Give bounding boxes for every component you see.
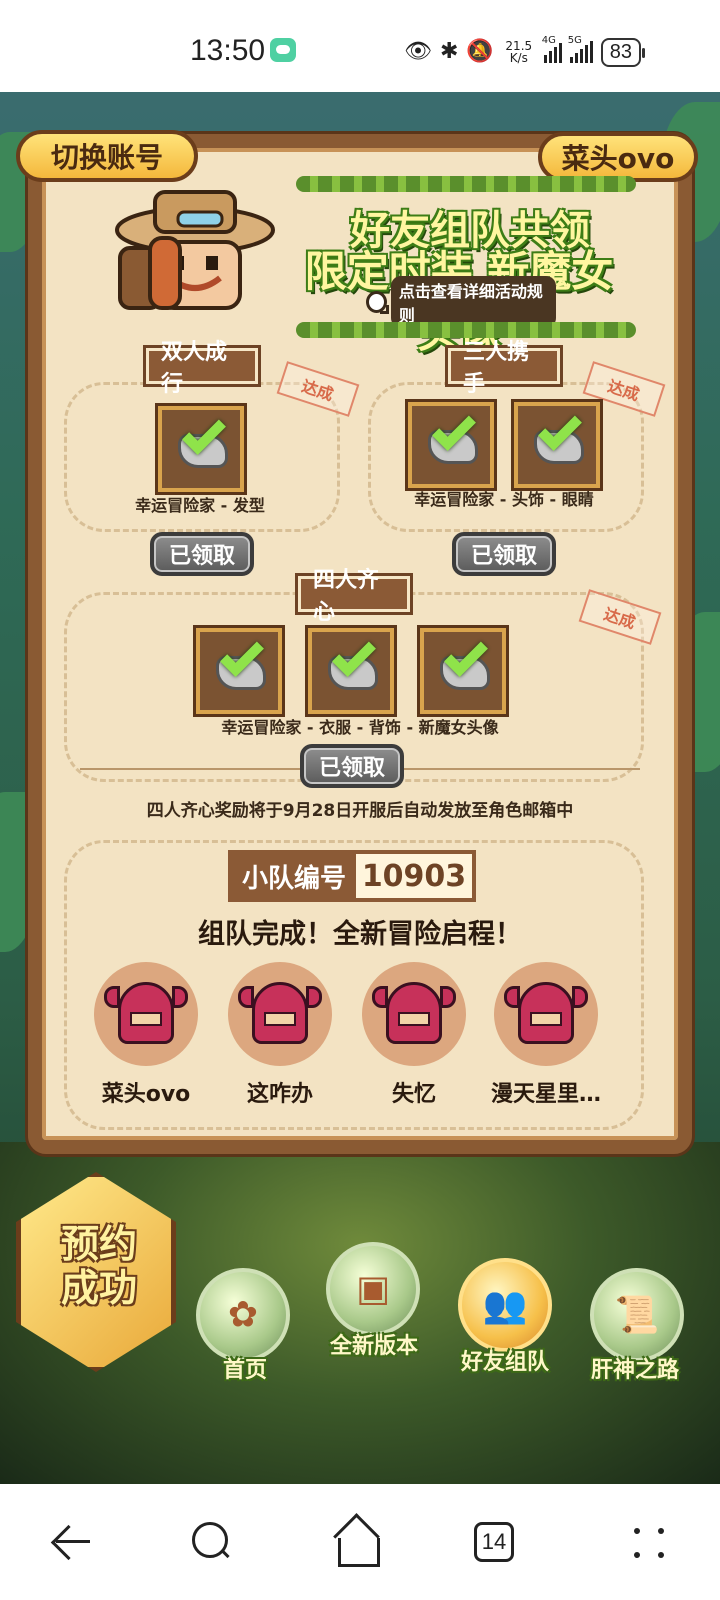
- switch-account-button[interactable]: 切换账号: [16, 130, 198, 182]
- duo-claimed-button[interactable]: 已领取: [150, 532, 254, 576]
- reward-item-clothes: [196, 628, 282, 714]
- nav-home-label: 首页: [222, 1358, 267, 1383]
- avatar: [362, 962, 466, 1066]
- team-member[interactable]: 失忆: [354, 962, 474, 1108]
- quad-reward-caption: 幸运冒险家 - 衣服 - 背饰 - 新魔女头像: [221, 718, 499, 737]
- bluetooth-icon: ✱: [439, 39, 459, 64]
- system-navigation-bar: 14: [0, 1484, 720, 1600]
- network-speed: 21.5 K/s: [505, 39, 533, 65]
- username-badge[interactable]: 菜头ovo: [538, 132, 698, 182]
- nav-grind-road-label: 肝神之路: [590, 1358, 679, 1383]
- nav-team-up-label: 好友组队: [460, 1350, 549, 1375]
- trio-claimed-button[interactable]: 已领取: [452, 532, 556, 576]
- member-name: 漫天星里…: [490, 1082, 601, 1107]
- nav-home-button[interactable]: ✿: [196, 1268, 290, 1362]
- eye-icon: 👁: [404, 39, 432, 64]
- nav-new-version-label: 全新版本: [329, 1334, 418, 1359]
- avatar: [94, 962, 198, 1066]
- chat-notification-icon: [270, 38, 296, 62]
- member-name: 失忆: [391, 1082, 436, 1107]
- menu-dots-icon[interactable]: [620, 1512, 680, 1572]
- trio-reward-caption: 幸运冒险家 - 头饰 - 眼睛: [414, 490, 594, 509]
- signal-5g-icon: 5G: [568, 35, 593, 63]
- member-name: 这咋办: [246, 1082, 313, 1107]
- vine-decoration: [296, 176, 636, 192]
- nav-new-version-button[interactable]: ▣: [326, 1242, 420, 1336]
- status-time: 13:50: [190, 34, 266, 67]
- team-id-value: 10903: [356, 854, 472, 898]
- reward-item-eyes: [514, 402, 600, 488]
- duo-reward-caption: 幸运冒险家 - 发型: [135, 496, 265, 515]
- battery-indicator: 83: [600, 37, 646, 67]
- scroll-icon: 📜: [614, 1295, 660, 1336]
- back-arrow-icon[interactable]: [42, 1512, 102, 1572]
- signal-4g-icon: 4G: [542, 35, 562, 63]
- team-member[interactable]: 漫天星里…: [486, 962, 606, 1108]
- quad-claimed-button[interactable]: 已领取: [300, 744, 404, 788]
- mute-icon: 🔕: [466, 39, 494, 64]
- home-icon[interactable]: [326, 1512, 386, 1572]
- reward-item-back-accessory: [308, 628, 394, 714]
- reservation-success-label: 预约 成功: [60, 1222, 137, 1310]
- treasure-chest-icon: ▣: [355, 1268, 391, 1310]
- avatar: [228, 962, 332, 1066]
- rules-link-label: 点击查看详细活动规则: [390, 276, 556, 328]
- status-bar: 13:50 👁 ✱ 🔕 21.5 K/s 4G 5G 83: [0, 0, 720, 92]
- reward-delivery-note: 四人齐心奖励将于9月28日开服后自动发放至角色邮箱中: [146, 801, 574, 821]
- search-icon[interactable]: [182, 1512, 242, 1572]
- two-people-icon: 👥: [482, 1285, 528, 1326]
- magnifier-icon: [366, 291, 389, 314]
- adventurer-character-illustration: [115, 190, 275, 310]
- reward-item-hairstyle: [158, 406, 244, 492]
- avatar: [494, 962, 598, 1066]
- duo-section-title: 双人成行: [146, 340, 258, 397]
- reward-item-headwear: [408, 402, 494, 488]
- nav-grind-road-button[interactable]: 📜: [590, 1268, 684, 1362]
- team-id-label: 小队编号: [232, 854, 357, 898]
- tabs-count-button[interactable]: 14: [474, 1522, 514, 1562]
- quad-section-title: 四人齐心: [298, 568, 410, 625]
- team-id: 小队编号 10903: [228, 850, 476, 902]
- game-webview: 切换账号 菜头ovo 好友组队共领 限定时装 新魔女头像 点击查看详细活动规则 …: [0, 92, 720, 1484]
- rules-link[interactable]: 点击查看详细活动规则: [366, 276, 556, 328]
- team-member[interactable]: 这咋办: [220, 962, 340, 1108]
- team-status: 组队完成！全新冒险启程！: [198, 919, 522, 950]
- status-icons: 👁 ✱ 🔕 21.5 K/s 4G 5G 83: [404, 34, 646, 70]
- member-name: 菜头ovo: [101, 1082, 191, 1107]
- team-member[interactable]: 菜头ovo: [86, 962, 206, 1108]
- trio-section-title: 三人携手: [448, 340, 560, 397]
- reward-item-witch-avatar: [420, 628, 506, 714]
- nav-team-up-button[interactable]: 👥: [458, 1258, 552, 1352]
- flower-icon: ✿: [227, 1294, 259, 1336]
